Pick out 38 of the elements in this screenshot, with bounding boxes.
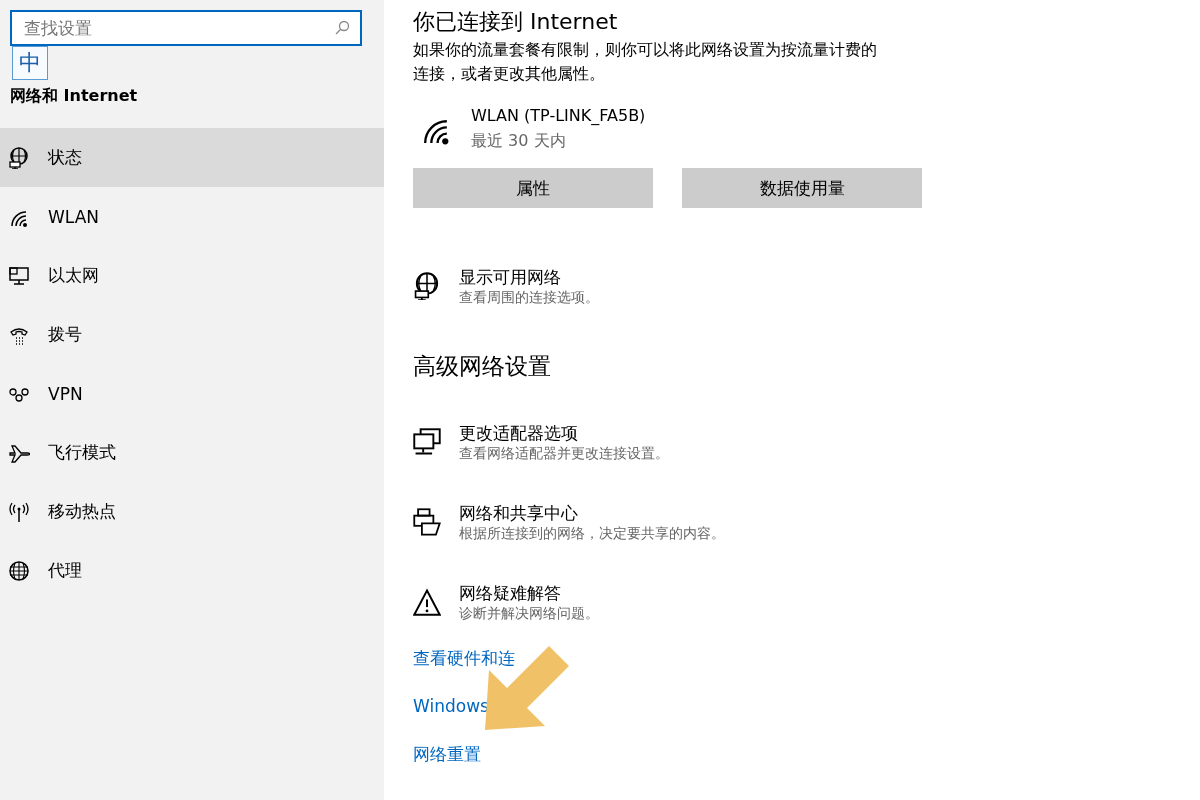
option-title[interactable]: 显示可用网络	[459, 266, 599, 288]
globe-monitor-icon	[413, 272, 441, 300]
network-usage-period: 最近 30 天内	[471, 130, 567, 152]
search-icon	[334, 20, 350, 36]
settings-link[interactable]: 网络重置	[413, 742, 481, 766]
sidebar-item[interactable]: 移动热点	[0, 482, 384, 541]
settings-link[interactable]: 查看硬件和连	[413, 646, 515, 670]
option-title[interactable]: 网络和共享中心	[459, 502, 725, 524]
sidebar-item[interactable]: 拨号	[0, 305, 384, 364]
action-button[interactable]: 数据使用量	[682, 168, 922, 208]
globe-monitor-icon	[8, 146, 30, 169]
settings-link[interactable]: Windows	[413, 694, 489, 718]
antenna-icon	[8, 500, 30, 523]
sidebar-item[interactable]: VPN	[0, 364, 384, 423]
sidebar-item[interactable]: 状态	[0, 128, 384, 187]
printer-folder-icon	[413, 508, 441, 536]
sidebar-item[interactable]: 飞行模式	[0, 423, 384, 482]
option-title[interactable]: 网络疑难解答	[459, 582, 599, 604]
warning-icon	[413, 588, 441, 616]
action-button[interactable]: 属性	[413, 168, 653, 208]
sidebar-title: 网络和 Internet	[10, 85, 139, 107]
option-description: 查看周围的连接选项。	[459, 288, 599, 306]
option-title[interactable]: 更改适配器选项	[459, 422, 669, 444]
monitors-icon	[413, 428, 441, 456]
option-description: 查看网络适配器并更改连接设置。	[459, 444, 669, 462]
section-heading: 高级网络设置	[413, 352, 552, 381]
option-description: 诊断并解决网络问题。	[459, 604, 599, 622]
status-description: 如果你的流量套餐有限制，则你可以将此网络设置为按流量计费的连接，或者更改其他属性。	[413, 39, 878, 85]
search-field[interactable]: 查找设置	[10, 10, 362, 46]
sidebar-item[interactable]: WLAN	[0, 187, 384, 246]
network-name: WLAN (TP-LINK_FA5B)	[471, 105, 646, 127]
sidebar-item[interactable]: 以太网	[0, 246, 384, 305]
status-heading: 你已连接到 Internet	[413, 8, 619, 36]
monitor-icon	[8, 264, 30, 287]
globe-icon	[8, 559, 30, 582]
ime-indicator[interactable]: 中	[12, 46, 48, 80]
sidebar-item[interactable]: 代理	[0, 541, 384, 600]
option-description: 根据所连接到的网络，决定要共享的内容。	[459, 524, 725, 542]
